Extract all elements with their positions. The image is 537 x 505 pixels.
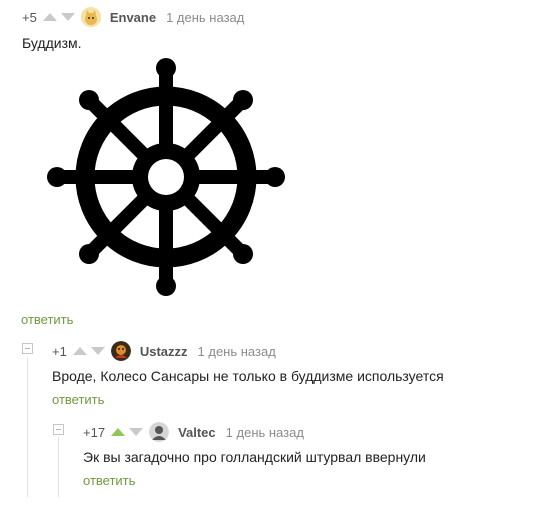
- comment-rating: +5: [22, 9, 37, 25]
- comment-text: Вроде, Колесо Сансары не только в буддиз…: [52, 368, 444, 384]
- upvote-arrow-icon[interactable]: [72, 347, 87, 355]
- upvote-arrow-icon[interactable]: [111, 428, 126, 436]
- comment-username[interactable]: Valtec: [178, 425, 216, 440]
- downvote-arrow-icon[interactable]: [90, 347, 105, 355]
- reply-link[interactable]: ответить: [52, 392, 104, 407]
- comment-rating: +17: [83, 424, 106, 440]
- comment-header: +5 Envane 1 день назад: [22, 7, 244, 27]
- person-avatar-icon[interactable]: [149, 422, 170, 442]
- upvote-arrow-icon[interactable]: [42, 13, 57, 21]
- dharma-wheel-icon: [46, 57, 286, 297]
- thread-line-level-2: [58, 437, 59, 497]
- reply-link[interactable]: ответить: [83, 473, 135, 488]
- comment-timestamp[interactable]: 1 день назад: [166, 10, 244, 25]
- comment-timestamp[interactable]: 1 день назад: [226, 425, 304, 440]
- collapse-toggle[interactable]: [53, 424, 64, 435]
- thread-line-level-1: [27, 357, 28, 497]
- comment-text: Буддизм.: [22, 35, 82, 51]
- comment-username[interactable]: Envane: [110, 10, 156, 25]
- comment-text: Эк вы загадочно про голландский штурвал …: [83, 449, 426, 465]
- comment-username[interactable]: Ustazzz: [140, 344, 188, 359]
- downvote-arrow-icon[interactable]: [129, 428, 144, 436]
- comment-rating: +1: [52, 343, 67, 359]
- collapse-toggle[interactable]: [22, 343, 33, 354]
- comment-timestamp[interactable]: 1 день назад: [198, 344, 276, 359]
- comment-header: +17 Valtec 1 день назад: [83, 422, 304, 442]
- character-avatar-icon[interactable]: [110, 341, 131, 361]
- downvote-arrow-icon[interactable]: [60, 13, 75, 21]
- reply-link[interactable]: ответить: [21, 312, 73, 327]
- cat-avatar-icon[interactable]: [80, 7, 101, 27]
- comment-header: +1 Ustazzz 1 день назад: [52, 341, 276, 361]
